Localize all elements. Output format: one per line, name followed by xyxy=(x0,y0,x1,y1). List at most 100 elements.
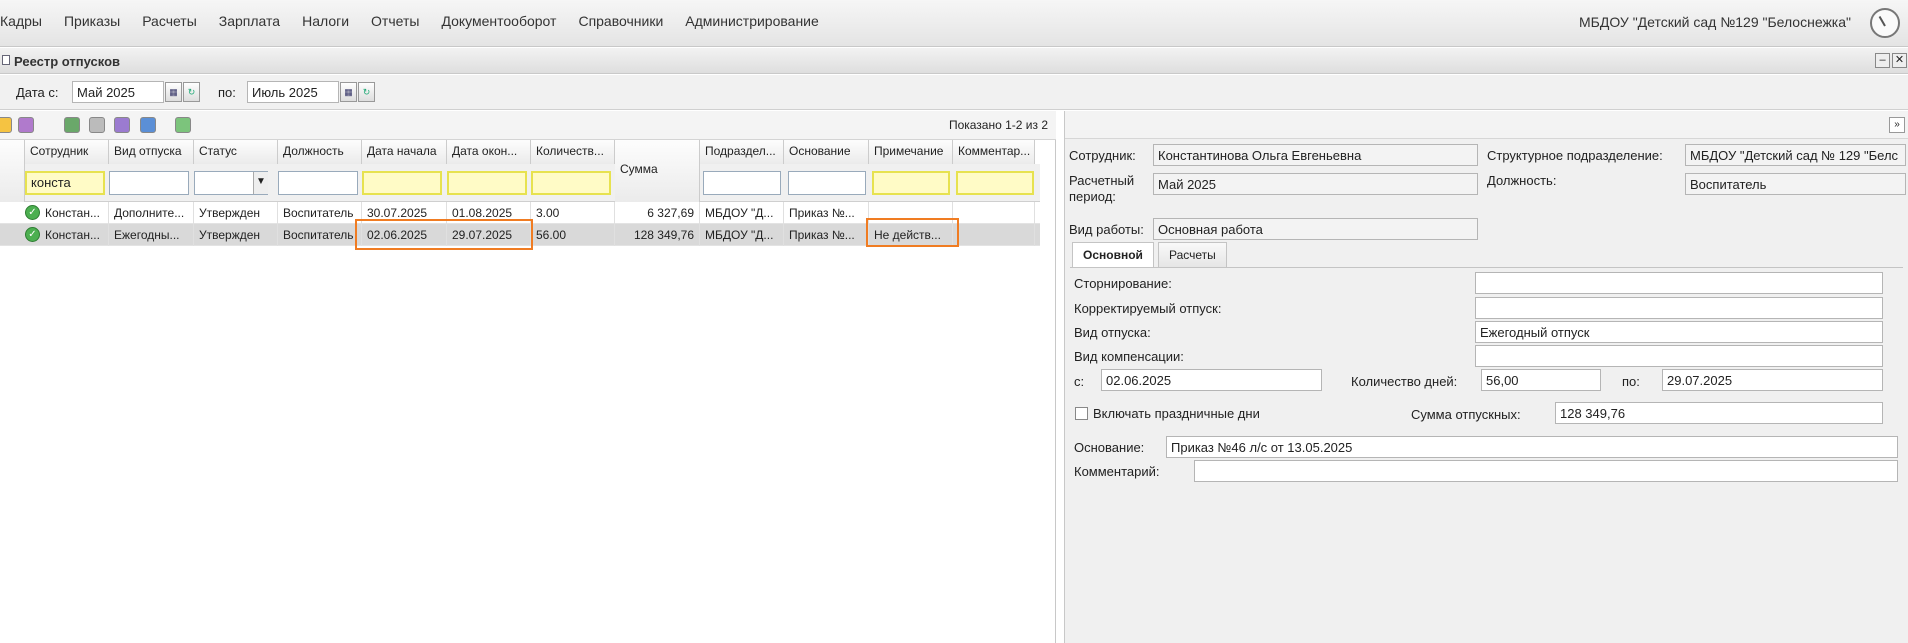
menu-administrirovanie[interactable]: Администрирование xyxy=(685,13,819,29)
edit-icon[interactable] xyxy=(0,117,12,133)
column-header[interactable]: Дата начала xyxy=(362,140,447,164)
refresh-date-icon[interactable]: ↻ xyxy=(358,82,375,102)
window-title-bar: Реестр отпусков – ✕ xyxy=(0,48,1908,74)
employee-filter-input[interactable]: конста xyxy=(25,171,105,195)
worktype-label: Вид работы: xyxy=(1069,222,1144,237)
calendar-icon[interactable]: ▦ xyxy=(165,82,182,102)
menu-raschety[interactable]: Расчеты xyxy=(142,13,197,29)
cell-basis: Приказ №... xyxy=(784,202,869,224)
collapse-panel-icon[interactable]: » xyxy=(1889,117,1905,133)
basis-field[interactable]: Приказ №46 л/с от 13.05.2025 xyxy=(1166,436,1898,458)
vacations-grid-panel: Показано 1-2 из 2 Сотрудник Вид отпуска … xyxy=(0,111,1056,643)
cell-days: 3.00 xyxy=(531,202,615,224)
vacation-type-filter-input[interactable] xyxy=(109,171,189,195)
note-highlight-box xyxy=(866,218,959,247)
menu-nalogi[interactable]: Налоги xyxy=(302,13,349,29)
menu-spravochniki[interactable]: Справочники xyxy=(578,13,663,29)
window-title: Реестр отпусков xyxy=(14,54,121,69)
minimize-icon[interactable]: – xyxy=(1875,53,1890,68)
column-header[interactable]: Основание xyxy=(784,140,869,164)
calendar-icon[interactable]: ▦ xyxy=(340,82,357,102)
cell-comment xyxy=(953,202,1035,224)
grid-toolbar: Показано 1-2 из 2 xyxy=(0,111,1056,140)
dates-highlight-box xyxy=(355,219,533,250)
cell-basis: Приказ №... xyxy=(784,224,869,246)
period-label: Расчетный xyxy=(1069,173,1135,188)
comment-field[interactable] xyxy=(1194,460,1898,482)
position-filter-input[interactable] xyxy=(278,171,358,195)
period-field[interactable]: Май 2025 xyxy=(1153,173,1478,195)
date-filter-bar: Дата с: Май 2025 ▦ ↻ по: Июль 2025 ▦ ↻ xyxy=(0,75,1908,110)
approved-status-icon: ✓ xyxy=(25,205,40,220)
menu-dokumentooborot[interactable]: Документооборот xyxy=(441,13,556,29)
date-to-input[interactable]: Июль 2025 xyxy=(247,81,339,103)
menu-prikazy[interactable]: Приказы xyxy=(64,13,120,29)
storno-label: Сторнирование: xyxy=(1074,276,1172,291)
vacation-type-label: Вид отпуска: xyxy=(1074,325,1151,340)
details-panel: » Сотрудник: Константинова Ольга Евгенье… xyxy=(1064,111,1908,643)
menu-otchety[interactable]: Отчеты xyxy=(371,13,419,29)
approved-status-icon: ✓ xyxy=(25,227,40,242)
close-icon[interactable]: ✕ xyxy=(1892,53,1907,68)
refresh-icon[interactable] xyxy=(175,117,191,133)
basis-filter-input[interactable] xyxy=(788,171,866,195)
employee-field[interactable]: Константинова Ольга Евгеньевна xyxy=(1153,144,1478,166)
days-count-field[interactable]: 56,00 xyxy=(1481,369,1601,391)
records-count: Показано 1-2 из 2 xyxy=(948,118,1048,132)
cell-status: Утвержден xyxy=(194,224,278,246)
sum-icon[interactable] xyxy=(114,117,130,133)
window-icon xyxy=(2,55,10,65)
clock-icon[interactable] xyxy=(1870,8,1900,38)
tab-main[interactable]: Основной xyxy=(1072,242,1154,269)
vacation-sum-field[interactable]: 128 349,76 xyxy=(1555,402,1883,424)
comment-filter-input[interactable] xyxy=(956,171,1034,195)
days-filter-input[interactable] xyxy=(531,171,611,195)
include-holidays-checkbox[interactable] xyxy=(1075,407,1088,420)
cell-vacation-type: Ежегодны... xyxy=(109,224,194,246)
comment-label: Комментарий: xyxy=(1074,464,1160,479)
chevron-down-icon[interactable]: ▼ xyxy=(253,172,268,194)
column-header[interactable]: Примечание xyxy=(869,140,953,164)
from-date-field[interactable]: 02.06.2025 xyxy=(1101,369,1322,391)
corrected-vacation-field[interactable] xyxy=(1475,297,1883,319)
unapprove-icon[interactable] xyxy=(89,117,105,133)
note-filter-input[interactable] xyxy=(872,171,950,195)
tab-calculations[interactable]: Расчеты xyxy=(1158,242,1227,268)
cell-days: 56.00 xyxy=(531,224,615,246)
column-header[interactable]: Должность xyxy=(278,140,362,164)
column-header[interactable]: Подраздел... xyxy=(700,140,784,164)
column-header[interactable]: Сумма xyxy=(615,140,700,202)
compensation-type-field[interactable] xyxy=(1475,345,1883,367)
to-date-field[interactable]: 29.07.2025 xyxy=(1662,369,1883,391)
menu-kadry[interactable]: Кадры xyxy=(0,13,42,29)
vacation-type-field[interactable]: Ежегодный отпуск xyxy=(1475,321,1883,343)
column-header[interactable]: Вид отпуска xyxy=(109,140,194,164)
add-menu-icon[interactable] xyxy=(18,117,34,133)
approve-icon[interactable] xyxy=(64,117,80,133)
corrected-vacation-label: Корректируемый отпуск: xyxy=(1074,301,1222,316)
from-date-label: с: xyxy=(1074,374,1085,389)
start-date-filter-input[interactable] xyxy=(362,171,442,195)
storno-field[interactable] xyxy=(1475,272,1883,294)
cell-department: МБДОУ "Д... xyxy=(700,202,784,224)
column-header[interactable]: Комментар... xyxy=(953,140,1035,164)
days-count-label: Количество дней: xyxy=(1351,374,1458,389)
cell-position: Воспитатель xyxy=(278,202,362,224)
column-header[interactable]: Статус xyxy=(194,140,278,164)
position-field[interactable]: Воспитатель xyxy=(1685,173,1906,195)
print-icon[interactable] xyxy=(140,117,156,133)
worktype-field[interactable]: Основная работа xyxy=(1153,218,1478,240)
cell-comment xyxy=(953,224,1035,246)
department-field[interactable]: МБДОУ "Детский сад № 129 "Белс xyxy=(1685,144,1906,166)
column-header[interactable]: Сотрудник xyxy=(25,140,109,164)
menu-zarplata[interactable]: Зарплата xyxy=(219,13,280,29)
column-header[interactable]: Дата окон... xyxy=(447,140,531,164)
cell-vacation-type: Дополните... xyxy=(109,202,194,224)
end-date-filter-input[interactable] xyxy=(447,171,527,195)
date-from-input[interactable]: Май 2025 xyxy=(72,81,164,103)
date-from-label: Дата с: xyxy=(16,85,59,100)
refresh-date-icon[interactable]: ↻ xyxy=(183,82,200,102)
column-header[interactable]: Количеств... xyxy=(531,140,615,164)
vacation-sum-label: Сумма отпускных: xyxy=(1411,407,1521,422)
department-filter-input[interactable] xyxy=(703,171,781,195)
